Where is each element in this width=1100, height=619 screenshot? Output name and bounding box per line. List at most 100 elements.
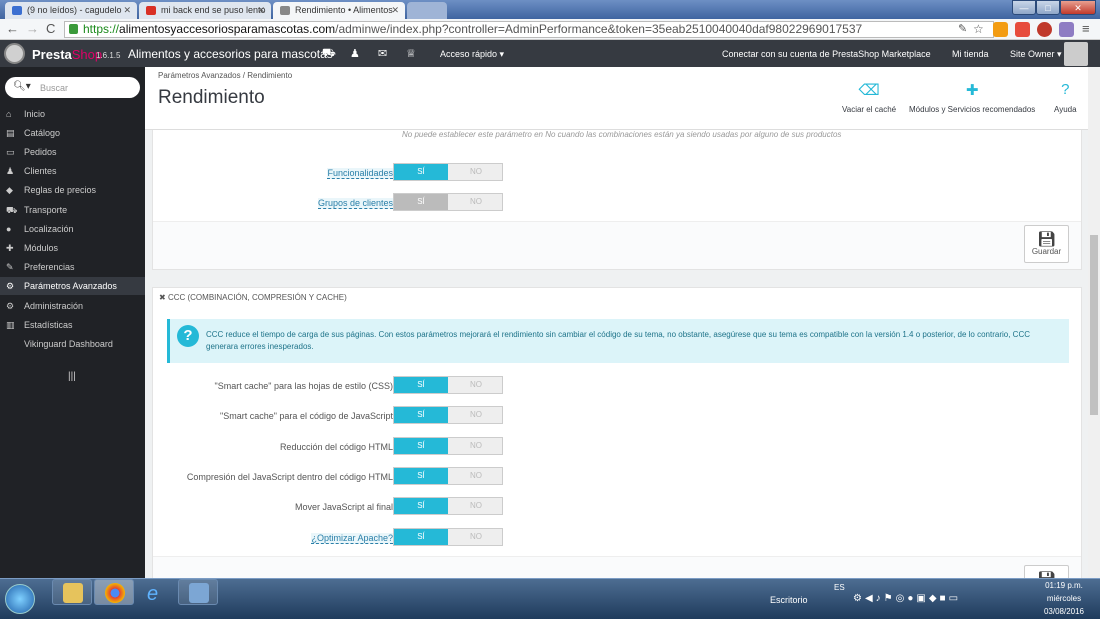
switch-on[interactable]: SÍ: [394, 468, 448, 484]
close-icon[interactable]: ✕: [123, 5, 131, 16]
toggle-switch[interactable]: SÍ NO: [393, 406, 503, 424]
sidebar-item-label: Inicio: [24, 109, 46, 119]
search-icon[interactable]: 🔍︎▾: [13, 81, 31, 92]
close-icon[interactable]: ✕: [257, 5, 265, 16]
expand-icon: ✖: [159, 293, 168, 302]
key-icon[interactable]: ✎: [958, 22, 967, 36]
sidebar-item-reglas-precios[interactable]: ◆ Reglas de precios: [0, 181, 145, 199]
sidebar-item-vikinguard[interactable]: Vikinguard Dashboard: [0, 335, 145, 353]
envelope-icon[interactable]: ✉: [378, 47, 387, 60]
new-tab-button[interactable]: [407, 2, 447, 19]
brand-name[interactable]: PrestaShop: [32, 47, 102, 62]
maximize-button[interactable]: □: [1036, 0, 1060, 15]
sidebar-item-transporte[interactable]: ⛟ Transporte: [0, 201, 145, 219]
user-icon[interactable]: ♟: [350, 47, 360, 60]
switch-off[interactable]: NO: [449, 438, 503, 454]
sidebar-item-inicio[interactable]: ⌂ Inicio: [0, 105, 145, 123]
sidebar-item-parametros-avanzados[interactable]: ⚙ Parámetros Avanzados: [0, 277, 145, 295]
switch-off[interactable]: NO: [449, 529, 503, 545]
page-icon: [280, 6, 290, 15]
toggle-switch[interactable]: SÍ NO: [393, 467, 503, 485]
url-host: alimentosyaccesoriosparamascotas.com: [119, 22, 336, 36]
search-input[interactable]: 🔍︎▾ Buscar: [5, 77, 140, 98]
switch-on[interactable]: SÍ: [394, 498, 448, 514]
page-scrollbar[interactable]: [1088, 67, 1100, 578]
save-button-partial[interactable]: 💾︎: [1024, 565, 1069, 578]
sidebar-item-administracion[interactable]: ⚙ Administración: [0, 297, 145, 315]
taskbar-chrome[interactable]: [94, 579, 134, 605]
switch-off[interactable]: NO: [449, 407, 503, 423]
toggle-switch[interactable]: SÍ NO: [393, 163, 503, 181]
minimize-button[interactable]: —: [1012, 0, 1036, 15]
system-tray[interactable]: ⚙◀♪⚑◎●▣◆■▭: [853, 593, 961, 604]
sidebar-item-label: Catálogo: [24, 128, 61, 138]
toggle-switch[interactable]: SÍ NO: [393, 376, 503, 394]
sidebar-item-label: Vikinguard Dashboard: [24, 339, 113, 349]
alert-text: CCC reduce el tiempo de carga de sus pág…: [206, 330, 1030, 351]
quick-access-dropdown[interactable]: Acceso rápido ▾: [440, 49, 504, 60]
pinterest-icon[interactable]: [1037, 22, 1052, 37]
switch-off[interactable]: NO: [449, 194, 503, 210]
clock[interactable]: 01:19 p.m. miércoles 03/08/2016: [1038, 579, 1090, 618]
back-icon[interactable]: ←: [6, 22, 19, 36]
menu-icon[interactable]: ≡: [1082, 22, 1090, 36]
switch-on[interactable]: SÍ: [394, 164, 448, 180]
extension-chart-icon[interactable]: [993, 22, 1008, 37]
close-window-button[interactable]: ✕: [1060, 0, 1096, 15]
sidebar-item-modulos[interactable]: ✚ Módulos: [0, 239, 145, 257]
save-button[interactable]: 💾︎ Guardar: [1024, 225, 1069, 263]
taskbar-ie[interactable]: e: [136, 579, 176, 605]
windows-start-button[interactable]: [5, 584, 35, 614]
users-icon: ♟: [6, 166, 15, 176]
switch-on[interactable]: SÍ: [394, 407, 448, 423]
forward-icon[interactable]: →: [26, 22, 39, 36]
sidebar-item-catalogo[interactable]: ▤ Catálogo: [0, 124, 145, 142]
switch-on[interactable]: SÍ: [394, 377, 448, 393]
browser-tab-rendimiento[interactable]: Rendimiento • Alimentos ✕: [273, 2, 405, 19]
sidebar-item-estadisticas[interactable]: ▥ Estadísticas: [0, 316, 145, 334]
sidebar-item-localizacion[interactable]: ● Localización: [0, 220, 145, 238]
reload-icon[interactable]: C: [46, 22, 55, 36]
mail-icon: [12, 6, 22, 15]
browser-tab-bar: (9 no leídos) - cagudelo ✕ mi back end s…: [0, 0, 1100, 19]
shop-name-link[interactable]: Alimentos y accesorios para mascotas: [128, 47, 333, 61]
sidebar-item-clientes[interactable]: ♟ Clientes: [0, 162, 145, 180]
switch-off[interactable]: NO: [449, 377, 503, 393]
switch-off[interactable]: NO: [449, 468, 503, 484]
extension-code-icon[interactable]: [1059, 22, 1074, 37]
tab-label: (9 no leídos) - cagudelo: [27, 5, 122, 15]
close-icon[interactable]: ✕: [391, 5, 399, 16]
prestashop-logo-icon[interactable]: [4, 43, 25, 64]
owner-dropdown[interactable]: Site Owner ▾: [1010, 49, 1062, 60]
recommended-modules-button[interactable]: ✚ Módulos y Servicios recomendados: [909, 81, 1035, 114]
browser-tab-forum[interactable]: mi back end se puso lento ✕: [139, 2, 271, 19]
switch-off[interactable]: NO: [449, 164, 503, 180]
toggle-switch[interactable]: SÍ NO: [393, 193, 503, 211]
language-indicator[interactable]: ES: [834, 583, 845, 592]
taskbar-explorer[interactable]: [52, 579, 92, 605]
browser-tab-mail[interactable]: (9 no leídos) - cagudelo ✕: [5, 2, 137, 19]
clear-cache-button[interactable]: ⌫ Vaciar el caché: [842, 81, 896, 114]
sidebar-item-preferencias[interactable]: ✎ Preferencias: [0, 258, 145, 276]
sidebar-item-pedidos[interactable]: ▭ Pedidos: [0, 143, 145, 161]
avatar[interactable]: [1064, 42, 1088, 66]
switch-on[interactable]: SÍ: [394, 194, 448, 210]
url-input[interactable]: https://alimentosyaccesoriosparamascotas…: [64, 21, 994, 38]
switch-on[interactable]: SÍ: [394, 438, 448, 454]
help-button[interactable]: ? Ayuda: [1054, 81, 1077, 114]
extension-red-icon[interactable]: [1015, 22, 1030, 37]
scrollbar-thumb[interactable]: [1090, 235, 1098, 415]
taskbar-app[interactable]: [178, 579, 218, 605]
cart-icon[interactable]: ⛟: [322, 47, 336, 61]
toggle-switch[interactable]: SÍ NO: [393, 497, 503, 515]
trophy-icon[interactable]: ♕: [406, 47, 416, 60]
my-shop-link[interactable]: Mi tienda: [952, 49, 989, 59]
switch-off[interactable]: NO: [449, 498, 503, 514]
desktop-toolbar[interactable]: Escritorio: [770, 595, 808, 605]
collapse-sidebar-icon[interactable]: |||: [68, 371, 76, 382]
marketplace-link[interactable]: Conectar con su cuenta de PrestaShop Mar…: [722, 49, 931, 59]
toggle-switch[interactable]: SÍ NO: [393, 437, 503, 455]
switch-on[interactable]: SÍ: [394, 529, 448, 545]
star-icon[interactable]: ☆: [973, 22, 984, 36]
toggle-switch[interactable]: SÍ NO: [393, 528, 503, 546]
